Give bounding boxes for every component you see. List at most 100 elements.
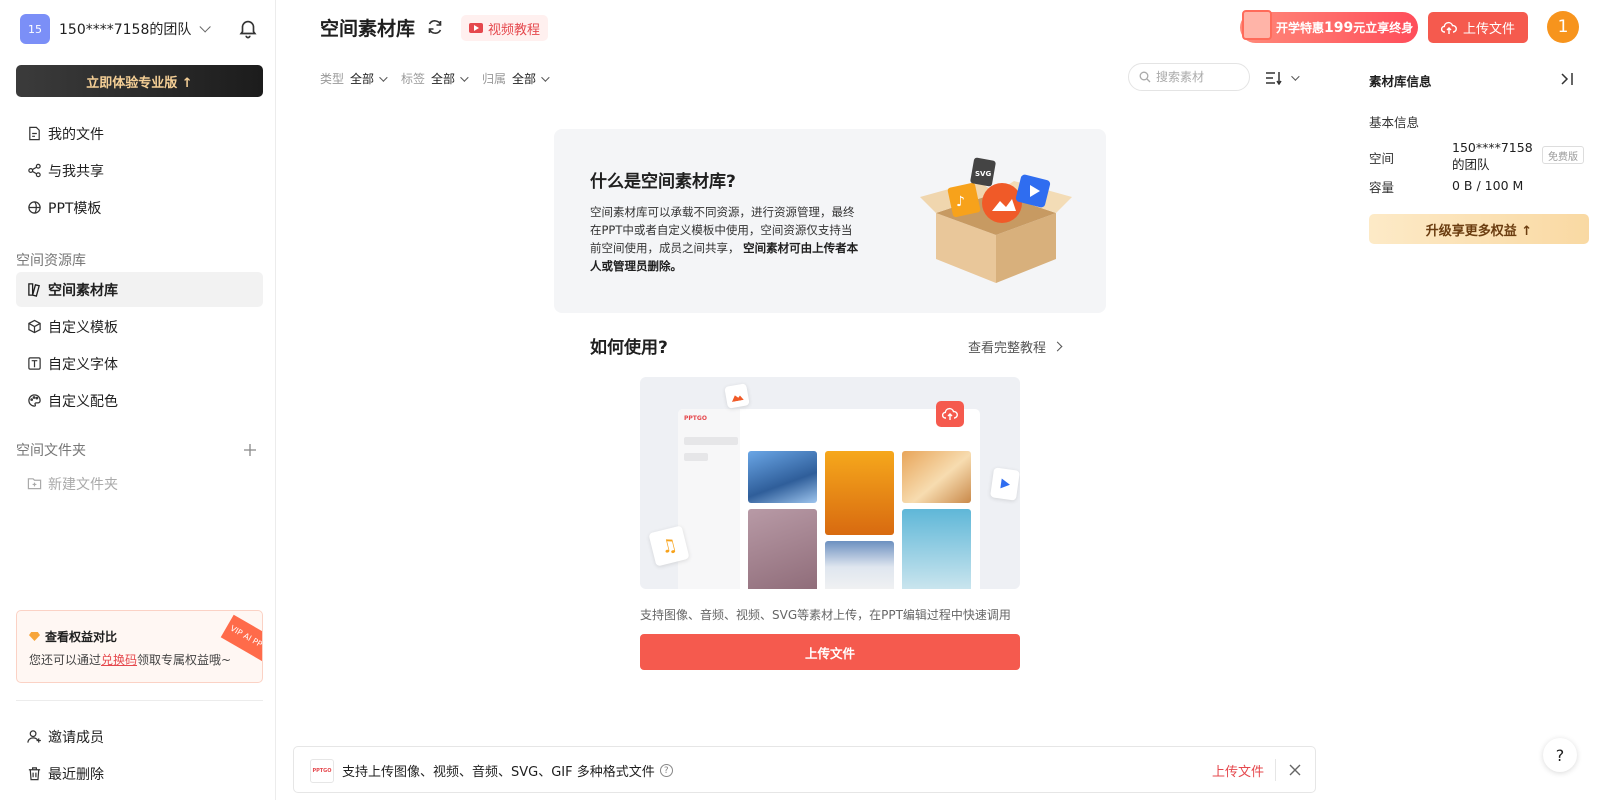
promo-text-before: 您还可以通过 [29,653,102,667]
space-value: 150****7158的团队 [1452,140,1533,172]
sidebar-item-my-files[interactable]: 我的文件 [16,116,263,151]
filter-label: 归属 [482,72,507,86]
video-tutorial-button[interactable]: 视频教程 [461,15,549,41]
howto-title: 如何使用? [590,338,668,358]
search-box[interactable] [1128,63,1250,91]
redeem-code-link[interactable]: 兑换码 [101,653,137,667]
sidebar-item-label: 自定义字体 [48,356,118,373]
refresh-icon[interactable] [426,18,444,36]
upload-file-main-button[interactable]: 上传文件 [640,634,1020,670]
chevron-down-icon [379,72,388,82]
chevron-down-icon [460,72,469,82]
team-switcher[interactable]: 15 150****7158的团队 [20,14,212,44]
notice-text-row: 支持上传图像、视频、音频、SVG、GIF 多种格式文件 ? [342,761,673,780]
demo-placeholder-bar [684,437,738,445]
filter-type[interactable]: 类型 全部 [320,70,388,87]
search-icon [1139,71,1151,83]
search-input[interactable] [1156,70,1240,84]
collapse-panel-icon[interactable] [1559,72,1575,86]
promo-banner-prefix: 开学特惠 [1276,21,1325,35]
recently-deleted-button[interactable]: 最近删除 [16,756,263,791]
video-tutorial-label: 视频教程 [488,22,541,38]
filter-label: 标签 [401,72,426,86]
intro-title: 什么是空间素材库? [590,172,736,192]
space-key: 空间 [1369,151,1395,166]
sidebar-item-label: 邀请成员 [48,729,104,746]
cube-icon [26,319,42,335]
sidebar-item-material-library[interactable]: 空间素材库 [16,272,263,307]
full-tutorial-link[interactable]: 查看完整教程 [968,337,1063,356]
svg-text:SVG: SVG [975,170,991,178]
benefits-promo-card[interactable]: 查看权益对比 您还可以通过兑换码领取专属权益哦~ VIP AI PPT [16,610,263,683]
add-folder-icon[interactable] [243,443,257,457]
sort-dropdown[interactable] [1265,68,1305,88]
filter-owner[interactable]: 归属 全部 [482,70,550,87]
palette-icon [26,393,42,409]
close-icon[interactable] [1287,762,1303,778]
promo-banner-price: 199 [1324,19,1354,36]
upload-caption: 支持图像、音频、视频、SVG等素材上传，在PPT编辑过程中快速调用 [640,608,1011,622]
demo-image-tile [902,509,971,589]
sidebar-item-label: 最近删除 [48,766,104,783]
intro-text: 空间素材库可以承载不同资源，进行资源管理，最终在PPT中或者自定义模板中使用，空… [590,203,860,275]
sidebar-item-shared[interactable]: 与我共享 [16,153,263,188]
demo-image-tile [825,451,894,535]
bell-icon[interactable] [237,17,259,39]
share-icon [26,163,42,179]
space-section-label: 空间资源库 [16,253,86,269]
file-icon [26,126,42,142]
sidebar-item-label: PPT模板 [48,200,102,217]
help-circle-icon[interactable]: ? [659,764,673,777]
invite-members-button[interactable]: 邀请成员 [16,719,263,754]
promo-text-after: 领取专属权益哦~ [137,653,232,667]
page-title: 空间素材库 [320,18,416,40]
demo-logo: PPTGO [684,415,707,422]
new-folder-button[interactable]: 新建文件夹 [16,466,263,501]
cloud-upload-icon [936,401,964,427]
chevron-right-icon [1052,341,1063,352]
filter-value: 全部 [431,72,456,86]
basic-info-label: 基本信息 [1369,115,1420,130]
notice-upload-link[interactable]: 上传文件 [1212,761,1264,780]
demo-window: PPTGO [678,409,980,589]
library-info-panel: 素材库信息 基本信息 空间 150****7158的团队 免费版 容量 0 B … [1351,0,1599,800]
sidebar-item-custom-fonts[interactable]: 自定义字体 [16,346,263,381]
sidebar: 15 150****7158的团队 立即体验专业版 ↑ 我的文件 与我共享 PP… [0,0,276,800]
play-icon [990,467,1020,501]
panel-title: 素材库信息 [1369,74,1432,89]
sidebar-item-label: 空间素材库 [48,282,118,299]
full-tutorial-label: 查看完整教程 [968,341,1047,356]
chevron-down-icon [541,72,550,82]
upgrade-button[interactable]: 升级享更多权益 ↑ [1369,214,1589,244]
team-avatar: 15 [20,14,50,44]
demo-sidebar: PPTGO [678,409,740,589]
divider [1275,759,1276,781]
promo-title-row: 查看权益对比 [29,628,117,645]
material-box-illustration: ♪ SVG [920,157,1072,283]
sidebar-item-label: 与我共享 [48,163,104,180]
chevron-down-icon [1291,72,1300,81]
trash-icon [26,766,42,782]
demo-image-tile [825,541,894,589]
gift-icon [1242,10,1272,40]
usage-demo-illustration: PPTGO ♫ [640,377,1020,589]
capacity-key: 容量 [1369,180,1395,195]
demo-placeholder-bar [684,453,708,461]
add-user-icon [26,729,42,745]
image-icon [724,383,750,409]
folder-plus-icon [26,476,42,492]
try-pro-button[interactable]: 立即体验专业版 ↑ [16,65,263,97]
sidebar-item-label: 自定义模板 [48,319,118,336]
template-icon [26,200,42,216]
sidebar-item-ppt-templates[interactable]: PPT模板 [16,190,263,225]
sidebar-item-custom-colors[interactable]: 自定义配色 [16,383,263,418]
filter-label: 类型 [320,72,345,86]
notice-logo: PPTGO [310,759,334,783]
svg-text:♪: ♪ [956,194,965,210]
filter-tag[interactable]: 标签 全部 [401,70,469,87]
sidebar-item-custom-templates[interactable]: 自定义模板 [16,309,263,344]
help-button[interactable]: ? [1543,738,1577,772]
promo-title: 查看权益对比 [45,630,118,644]
new-folder-label: 新建文件夹 [48,476,118,493]
sidebar-item-label: 我的文件 [48,126,104,143]
